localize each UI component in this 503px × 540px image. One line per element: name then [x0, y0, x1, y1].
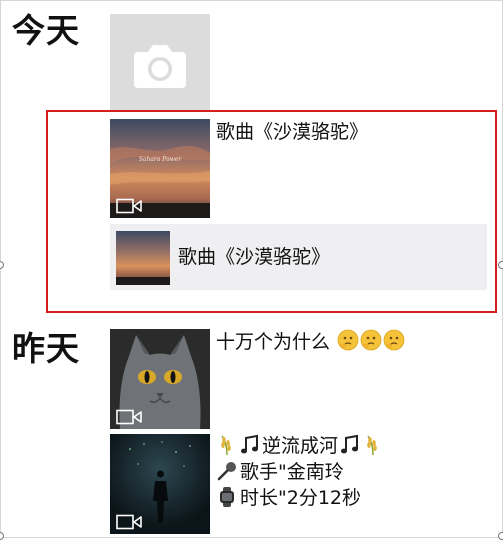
section-yesterday-label: 昨天 [12, 329, 80, 368]
post-text: 歌曲《沙漠骆驼》 [216, 121, 369, 143]
post-text-line: 歌手"金南玲 [216, 459, 386, 485]
resize-handle-bottom-right[interactable] [498, 532, 503, 540]
post-thumbnail-desert-sunset[interactable]: Sahara Power [110, 119, 210, 218]
video-icon [116, 514, 142, 530]
section-today-label: 今天 [12, 11, 80, 50]
post-thumbnail-cat[interactable] [110, 329, 210, 429]
post-thumbnail-stage[interactable] [110, 434, 210, 534]
post-text-content: 十万个为什么 [216, 331, 331, 353]
thinking-face-icon [383, 329, 405, 351]
thinking-face-icon [337, 329, 359, 351]
duration-line: 时长"2分12秒 [240, 487, 362, 509]
post-text-line: 时长"2分12秒 [216, 485, 386, 511]
music-note-icon [241, 434, 258, 454]
video-icon [116, 409, 142, 425]
resize-handle-bottom-left[interactable] [0, 532, 4, 540]
thinking-face-icon [360, 329, 382, 351]
post-text: 十万个为什么 [216, 329, 405, 355]
post-text: 逆流成河 歌手"金南玲 时长"2分12秒 [216, 433, 386, 511]
sunset-image [116, 231, 170, 285]
share-card-thumbnail [116, 231, 170, 285]
post-text-line: 逆流成河 [216, 433, 386, 459]
singer-line: 歌手"金南玲 [240, 461, 344, 483]
camera-tile[interactable] [110, 14, 210, 112]
share-card-title: 歌曲《沙漠骆驼》 [178, 246, 331, 268]
rice-icon [221, 435, 231, 456]
microphone-icon [217, 462, 236, 481]
thumb-caption: Sahara Power [139, 156, 183, 163]
rice-icon [367, 435, 377, 456]
song-title: 逆流成河 [262, 435, 339, 457]
share-card[interactable]: 歌曲《沙漠骆驼》 [110, 224, 487, 290]
video-icon [116, 198, 142, 214]
watch-icon [220, 487, 234, 507]
camera-icon [134, 45, 186, 88]
resize-handle-right[interactable] [498, 261, 503, 269]
music-note-icon [341, 434, 359, 454]
